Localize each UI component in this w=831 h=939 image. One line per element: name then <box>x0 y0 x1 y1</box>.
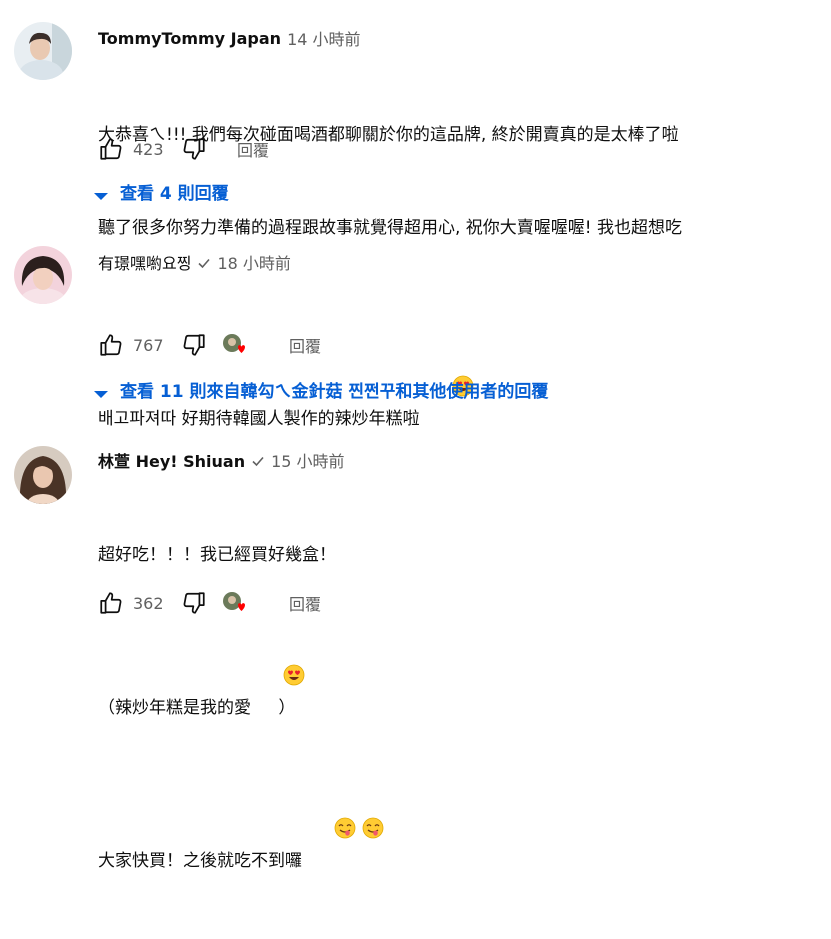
comment-actions: 767 回覆 <box>98 332 321 358</box>
reply-button[interactable]: 回覆 <box>289 333 321 357</box>
comment-timestamp[interactable]: 15 小時前 <box>271 448 344 472</box>
comment-timestamp[interactable]: 14 小時前 <box>287 26 360 50</box>
like-count: 423 <box>133 139 164 159</box>
view-replies-label: 查看 11 則來自韓勾ㄟ金針菇 찐쩐꾸和其他使用者的回覆 <box>120 381 549 402</box>
heart-eyes-emoji <box>251 633 305 686</box>
comment-author[interactable]: 林萱 Hey! Shiuan <box>98 448 245 472</box>
savoring-food-emoji <box>302 786 356 839</box>
like-count: 362 <box>133 593 164 613</box>
heart-eyes-emoji <box>420 344 474 397</box>
caret-down-icon <box>94 186 108 200</box>
comment-thread: TommyTommy Japan 14 小時前 大恭喜ㄟ!!! 我們每次碰面喝酒… <box>0 0 831 238</box>
avatar[interactable] <box>14 246 72 304</box>
like-count: 767 <box>133 335 164 355</box>
like-icon[interactable] <box>98 590 124 616</box>
comment-line: （辣炒年糕是我的愛 ） <box>98 633 351 724</box>
verified-check-icon <box>251 453 265 467</box>
comment-line: 大家快買！之後就吃不到囉 <box>98 786 384 877</box>
dislike-icon[interactable] <box>181 590 207 616</box>
comment-thread: 林萱 Hey! Shiuan 15 小時前 超好吃！！！我已經買好幾盒！ （辣炒… <box>0 420 831 871</box>
reply-button[interactable]: 回覆 <box>237 137 269 161</box>
comment-author[interactable]: 有璟嘿喲요찡 <box>98 250 191 274</box>
comment-text: 超好吃！！！我已經買好幾盒！ （辣炒年糕是我的愛 ） 大家快買！之後就吃不到囉 <box>98 478 384 939</box>
comment-line: 超好吃！！！我已經買好幾盒！ <box>98 545 336 565</box>
comment-author[interactable]: TommyTommy Japan <box>98 29 281 48</box>
verified-check-icon <box>197 255 211 269</box>
comment-header: 林萱 Hey! Shiuan 15 小時前 <box>98 449 345 471</box>
caret-down-icon <box>94 384 108 398</box>
view-replies-button[interactable]: 查看 4 則回覆 <box>94 178 229 204</box>
comment-actions: 423 回覆 <box>98 136 269 162</box>
comment-timestamp[interactable]: 18 小時前 <box>217 250 290 274</box>
view-replies-label: 查看 4 則回覆 <box>120 183 229 204</box>
reply-button[interactable]: 回覆 <box>289 591 321 615</box>
comment-actions: 362 回覆 <box>98 590 321 616</box>
comment-header: TommyTommy Japan 14 小時前 <box>98 26 361 50</box>
like-icon[interactable] <box>98 136 124 162</box>
like-icon[interactable] <box>98 332 124 358</box>
comment-thread: 有璟嘿喲요찡 18 小時前 배고파져따 好期待韓國人製作的辣炒年糕啦 767 回… <box>0 210 831 429</box>
creator-heart-icon <box>221 332 251 358</box>
comment-header: 有璟嘿喲요찡 18 小時前 <box>98 251 291 273</box>
savoring-food-emoji <box>329 786 384 839</box>
dislike-icon[interactable] <box>181 332 207 358</box>
avatar[interactable] <box>14 22 72 80</box>
avatar[interactable] <box>14 446 72 504</box>
dislike-icon[interactable] <box>181 136 207 162</box>
view-replies-button[interactable]: 查看 11 則來自韓勾ㄟ金針菇 찐쩐꾸和其他使用者的回覆 <box>94 376 548 402</box>
creator-heart-icon <box>221 590 251 616</box>
